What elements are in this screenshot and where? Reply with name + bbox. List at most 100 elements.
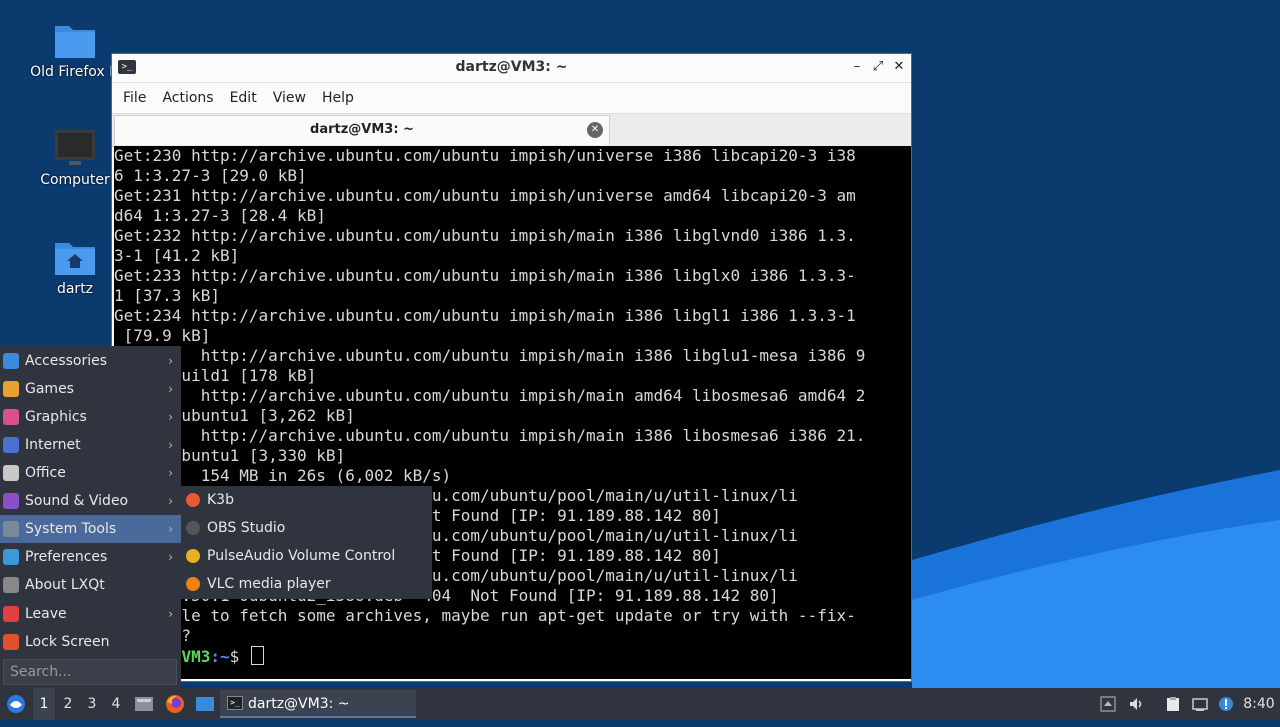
tab-close-icon[interactable]: ✕	[587, 122, 603, 138]
terminal-line: 154 MB in 26s (6,002 kB/s)	[114, 466, 452, 485]
internet-icon	[3, 437, 19, 453]
maximize-button[interactable]: ⤢	[869, 58, 887, 76]
task-label: dartz@VM3: ~	[248, 696, 350, 712]
workspace-3[interactable]: 3	[81, 688, 103, 720]
sound-video-icon	[3, 493, 19, 509]
menu-item-sound-video[interactable]: Sound & Video ›	[0, 487, 181, 515]
menu-item-label: Graphics	[25, 409, 87, 425]
chevron-right-icon: ›	[168, 410, 173, 424]
menu-item-label: Games	[25, 381, 74, 397]
workspace-2[interactable]: 2	[57, 688, 79, 720]
menu-item-leave[interactable]: Leave ›	[0, 600, 181, 628]
menu-item-label: Accessories	[25, 353, 108, 369]
terminal-output[interactable]: Get:230 http://archive.ubuntu.com/ubuntu…	[114, 146, 911, 679]
menu-item-label: Sound & Video	[25, 493, 129, 509]
menu-bar: File Actions Edit View Help	[112, 83, 911, 113]
submenu-item-label: K3b	[207, 492, 234, 508]
menu-item-graphics[interactable]: Graphics ›	[0, 403, 181, 431]
minimize-button[interactable]: –	[848, 58, 866, 76]
menu-item-internet[interactable]: Internet ›	[0, 431, 181, 459]
terminal-line: http://archive.ubuntu.com/ubuntu impish/…	[114, 386, 866, 405]
accessories-icon	[3, 353, 19, 369]
menu-help[interactable]: Help	[314, 83, 362, 113]
clipboard-icon[interactable]	[1165, 696, 1181, 712]
chevron-right-icon: ›	[168, 438, 173, 452]
terminal-tab[interactable]: dartz@VM3: ~ ✕	[114, 115, 610, 145]
terminal-line: d64 1:3.27-3 [28.4 kB]	[114, 206, 326, 225]
menu-edit[interactable]: Edit	[222, 83, 265, 113]
network-icon[interactable]	[1192, 696, 1208, 712]
menu-item-label: Lock Screen	[25, 634, 110, 650]
file-manager-icon[interactable]	[193, 688, 217, 720]
terminal-line: 1 [37.3 kB]	[114, 286, 220, 305]
tray-up-icon[interactable]	[1100, 696, 1116, 712]
menu-item-label: Internet	[25, 437, 81, 453]
show-desktop-icon[interactable]	[133, 688, 155, 720]
terminal-line: http://archive.ubuntu.com/ubuntu impish/…	[114, 426, 866, 445]
chevron-right-icon: ›	[168, 550, 173, 564]
terminal-line: uild1 [178 kB]	[114, 366, 317, 385]
terminal-line: Get:233 http://archive.ubuntu.com/ubuntu…	[114, 266, 856, 285]
update-notifier-icon[interactable]	[1218, 696, 1234, 712]
submenu-item-pulseaudio-volume-control[interactable]: PulseAudio Volume Control	[181, 542, 432, 570]
taskbar: 1 2 3 4 >_ dartz@VM3: ~ 8:40	[0, 688, 1280, 720]
terminal-line: 3-1 [41.2 kB]	[114, 246, 240, 265]
leave-icon	[3, 606, 19, 622]
menu-file[interactable]: File	[115, 83, 154, 113]
submenu-item-label: VLC media player	[207, 576, 331, 592]
lxqt-logo-icon	[7, 695, 25, 713]
menu-item-system-tools[interactable]: System Tools ›	[0, 515, 181, 543]
chevron-right-icon: ›	[168, 607, 173, 621]
terminal-line: le to fetch some archives, maybe run apt…	[114, 606, 856, 625]
close-button[interactable]: ✕	[890, 58, 908, 76]
terminal-line: Get:234 http://archive.ubuntu.com/ubuntu…	[114, 306, 856, 325]
clock[interactable]: 8:40	[1242, 688, 1276, 720]
menu-item-lock-screen[interactable]: Lock Screen	[0, 628, 181, 656]
k3b-icon	[186, 493, 200, 507]
graphics-icon	[3, 409, 19, 425]
system-tools-icon	[3, 521, 19, 537]
chevron-right-icon: ›	[168, 494, 173, 508]
computer-icon	[53, 128, 97, 168]
tab-label: dartz@VM3: ~	[310, 122, 414, 137]
main-menu-button[interactable]	[4, 688, 28, 720]
workspace-4[interactable]: 4	[105, 688, 127, 720]
menu-item-about-lxqt[interactable]: About LXQt	[0, 571, 181, 599]
terminal-cursor	[250, 646, 264, 665]
terminal-line: http://archive.ubuntu.com/ubuntu impish/…	[114, 346, 866, 365]
obs-icon	[186, 521, 200, 535]
menu-search-input[interactable]: Search...	[3, 659, 177, 685]
submenu-item-obs-studio[interactable]: OBS Studio	[181, 514, 432, 542]
workspace-1[interactable]: 1	[33, 688, 55, 720]
chevron-right-icon: ›	[168, 522, 173, 536]
window-titlebar[interactable]: >_ dartz@VM3: ~ – ⤢ ✕	[112, 54, 911, 83]
prompt-symbol: $	[229, 647, 240, 666]
volume-icon[interactable]	[1128, 696, 1144, 712]
office-icon	[3, 465, 19, 481]
vlc-icon	[186, 577, 200, 591]
terminal-line: Get:232 http://archive.ubuntu.com/ubuntu…	[114, 226, 856, 245]
submenu-item-vlc-media-player[interactable]: VLC media player	[181, 570, 432, 598]
taskbar-terminal-button[interactable]: >_ dartz@VM3: ~	[220, 690, 416, 718]
window-title: dartz@VM3: ~	[455, 59, 568, 75]
menu-item-office[interactable]: Office ›	[0, 459, 181, 487]
terminal-line: [79.9 kB]	[114, 326, 211, 345]
terminal-line: ?	[181, 626, 192, 645]
menu-item-accessories[interactable]: Accessories ›	[0, 347, 181, 375]
menu-item-preferences[interactable]: Preferences ›	[0, 543, 181, 571]
submenu-item-k3b[interactable]: K3b	[181, 486, 432, 514]
games-icon	[3, 381, 19, 397]
submenu-item-label: OBS Studio	[207, 520, 286, 536]
submenu-item-label: PulseAudio Volume Control	[207, 548, 396, 564]
menu-actions[interactable]: Actions	[154, 83, 221, 113]
firefox-icon[interactable]	[163, 688, 187, 720]
start-menu: Lock Screen Leave › About LXQt Preferences › S…	[0, 346, 181, 688]
home-folder-icon	[53, 237, 97, 277]
menu-item-label: Office	[25, 465, 66, 481]
menu-view[interactable]: View	[265, 83, 314, 113]
terminal-line: Get:231 http://archive.ubuntu.com/ubuntu…	[114, 186, 856, 205]
menu-item-games[interactable]: Games ›	[0, 375, 181, 403]
menu-item-label: About LXQt	[25, 577, 105, 593]
chevron-right-icon: ›	[168, 382, 173, 396]
lock-icon	[3, 634, 19, 650]
